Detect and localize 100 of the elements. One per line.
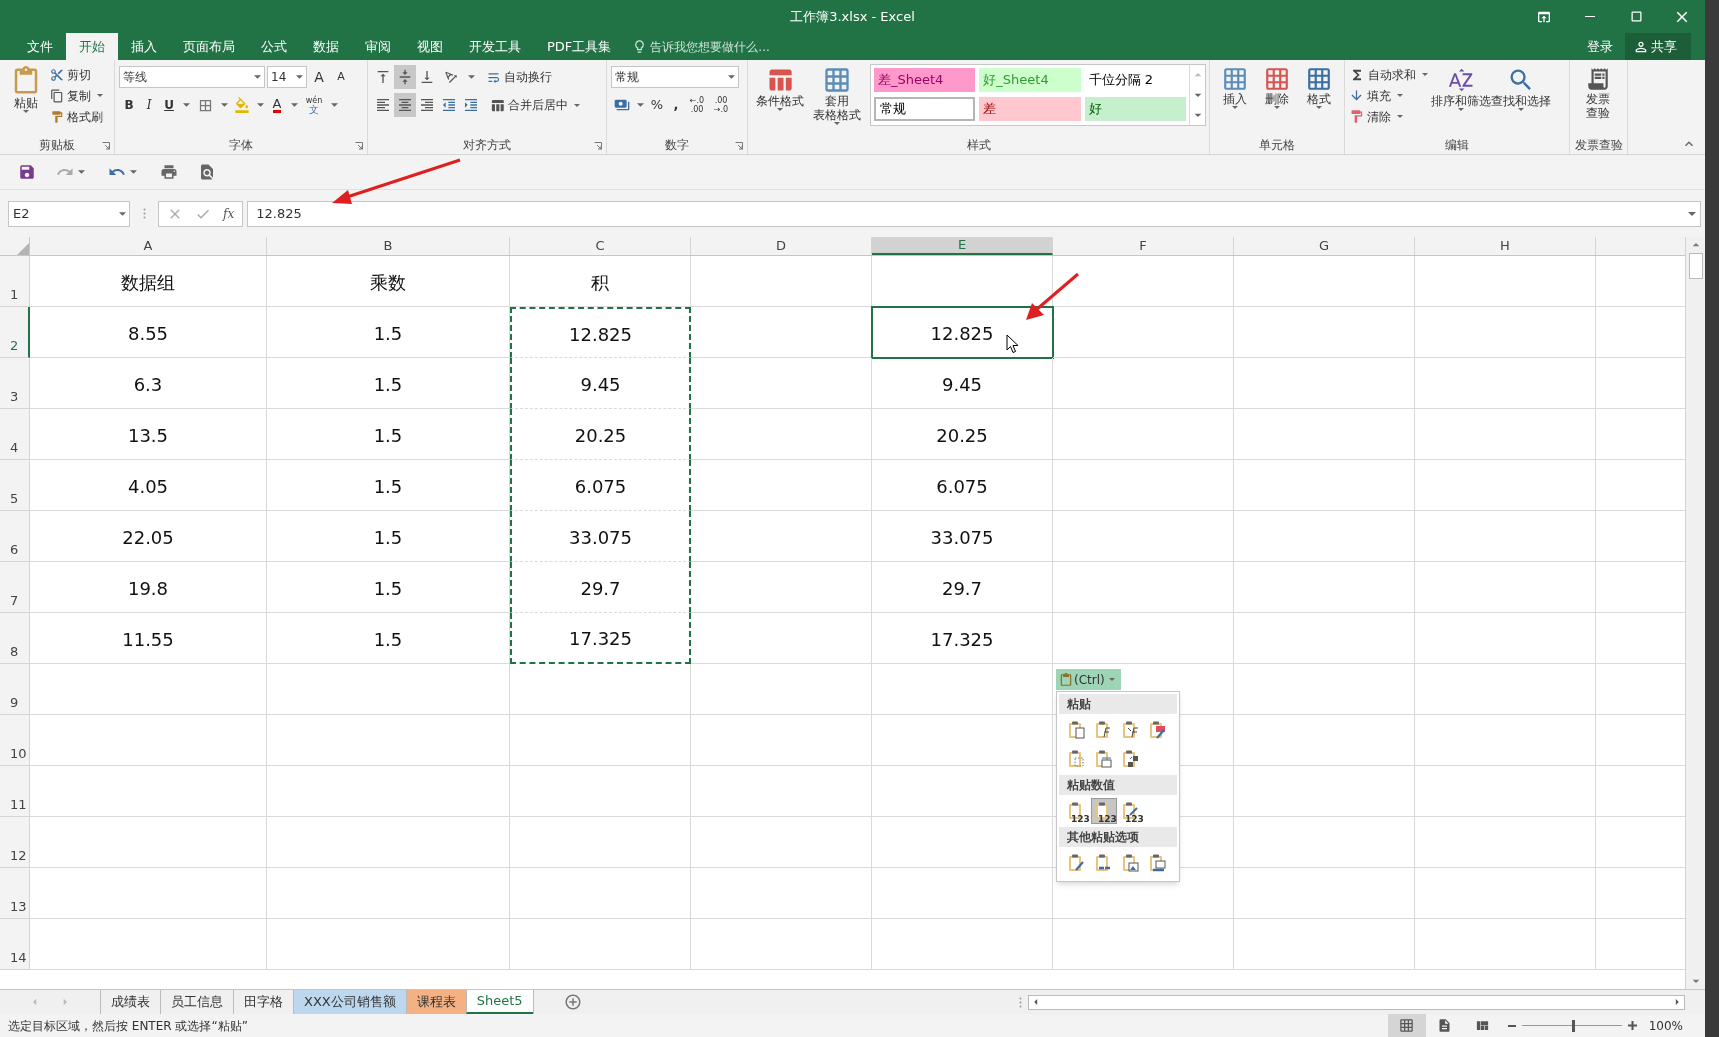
- scroll-thumb[interactable]: [1688, 253, 1703, 279]
- row-header[interactable]: 8: [0, 613, 30, 664]
- copy-button[interactable]: 复制: [50, 85, 106, 106]
- empty-cell[interactable]: [1415, 919, 1596, 970]
- row-header[interactable]: 2: [0, 307, 30, 358]
- sheet-tab[interactable]: 课程表: [405, 990, 466, 1014]
- empty-cell[interactable]: [1234, 307, 1415, 358]
- empty-cell[interactable]: [1053, 613, 1234, 664]
- empty-cell[interactable]: [267, 766, 510, 817]
- name-box[interactable]: E2: [8, 200, 130, 227]
- sheet-tab[interactable]: XXX公司销售额: [293, 990, 406, 1014]
- empty-cell[interactable]: [267, 868, 510, 919]
- empty-cell[interactable]: [267, 664, 510, 715]
- cell-style[interactable]: 差_Sheet4: [874, 68, 976, 92]
- cell-style[interactable]: 常规: [874, 97, 976, 121]
- empty-cell[interactable]: [691, 511, 872, 562]
- row-header[interactable]: 6: [0, 511, 30, 562]
- ribbon-tab[interactable]: 公式: [248, 33, 300, 60]
- table-cell[interactable]: 乘数: [267, 256, 510, 307]
- ribbon-tab[interactable]: 开发工具: [456, 33, 534, 60]
- row-header[interactable]: 7: [0, 562, 30, 613]
- empty-cell[interactable]: [691, 460, 872, 511]
- table-cell[interactable]: 1.5: [267, 307, 510, 358]
- table-cell[interactable]: 1.5: [267, 511, 510, 562]
- save-icon[interactable]: [18, 163, 36, 181]
- ribbon-tab[interactable]: 文件: [14, 33, 66, 60]
- table-cell[interactable]: 19.8: [30, 562, 267, 613]
- paste-options-button[interactable]: (Ctrl): [1056, 669, 1121, 690]
- cut-button[interactable]: 剪切: [50, 64, 106, 85]
- bold-button[interactable]: B: [119, 93, 139, 117]
- zoom-in-icon[interactable]: [1627, 1021, 1637, 1030]
- empty-cell[interactable]: [1053, 511, 1234, 562]
- percent-button[interactable]: %: [647, 93, 667, 117]
- column-header[interactable]: E: [872, 237, 1053, 255]
- dialog-launcher-icon[interactable]: [594, 142, 602, 150]
- cell-style[interactable]: 差: [979, 97, 1081, 121]
- format-as-table-button[interactable]: 套用 表格格式: [808, 64, 866, 136]
- empty-cell[interactable]: [872, 919, 1053, 970]
- empty-cell[interactable]: [1053, 460, 1234, 511]
- insert-cells-button[interactable]: 插入: [1214, 64, 1256, 136]
- sort-filter-button[interactable]: 排序和筛选: [1431, 64, 1491, 136]
- clear-button[interactable]: 清除: [1349, 106, 1431, 127]
- empty-cell[interactable]: [1415, 868, 1596, 919]
- table-cell[interactable]: 29.7: [510, 562, 691, 613]
- table-cell[interactable]: 12.825: [510, 307, 691, 358]
- empty-cell[interactable]: [1053, 409, 1234, 460]
- table-cell[interactable]: 11.55: [30, 613, 267, 664]
- delete-cells-button[interactable]: 删除: [1256, 64, 1298, 136]
- table-cell[interactable]: 22.05: [30, 511, 267, 562]
- empty-cell[interactable]: [267, 817, 510, 868]
- row-header[interactable]: 5: [0, 460, 30, 511]
- cell-style[interactable]: 好: [1084, 97, 1186, 121]
- column-header[interactable]: H: [1415, 237, 1596, 255]
- dialog-launcher-icon[interactable]: [735, 142, 743, 150]
- empty-cell[interactable]: [1415, 307, 1596, 358]
- row-header[interactable]: 11: [0, 766, 30, 817]
- empty-cell[interactable]: [1234, 868, 1415, 919]
- align-middle-button[interactable]: [394, 65, 416, 89]
- empty-cell[interactable]: [872, 766, 1053, 817]
- column-header[interactable]: C: [510, 237, 691, 255]
- align-center-button[interactable]: [394, 93, 416, 117]
- increase-decimal-button[interactable]: ←.0 .00: [685, 93, 709, 117]
- dialog-launcher-icon[interactable]: [102, 142, 110, 150]
- merge-center-button[interactable]: 合并后居中: [490, 94, 583, 116]
- column-header[interactable]: F: [1053, 237, 1234, 255]
- empty-cell[interactable]: [691, 715, 872, 766]
- table-cell[interactable]: 1.5: [267, 409, 510, 460]
- table-cell[interactable]: 8.55: [30, 307, 267, 358]
- table-cell[interactable]: 29.7: [872, 562, 1053, 613]
- empty-cell[interactable]: [691, 919, 872, 970]
- underline-button[interactable]: U: [159, 93, 179, 117]
- empty-cell[interactable]: [691, 664, 872, 715]
- find-select-button[interactable]: 查找和选择: [1491, 64, 1551, 136]
- fill-button[interactable]: 填充: [1349, 85, 1431, 106]
- empty-cell[interactable]: [1053, 562, 1234, 613]
- grow-font-button[interactable]: A: [309, 66, 329, 88]
- empty-cell[interactable]: [1053, 358, 1234, 409]
- paste-button[interactable]: 粘贴: [4, 64, 48, 136]
- empty-cell[interactable]: [510, 868, 691, 919]
- empty-cell[interactable]: [267, 919, 510, 970]
- row-header[interactable]: 1: [0, 256, 30, 307]
- table-cell[interactable]: 17.325: [872, 613, 1053, 664]
- empty-cell[interactable]: [1053, 256, 1234, 307]
- column-header[interactable]: A: [30, 237, 267, 255]
- empty-cell[interactable]: [1415, 613, 1596, 664]
- tell-me-field[interactable]: 告诉我您想要做什么...: [650, 37, 851, 56]
- autosum-button[interactable]: 自动求和: [1349, 64, 1431, 85]
- empty-cell[interactable]: [691, 766, 872, 817]
- empty-cell[interactable]: [510, 715, 691, 766]
- empty-cell[interactable]: [691, 256, 872, 307]
- empty-cell[interactable]: [872, 868, 1053, 919]
- ribbon-tab[interactable]: 审阅: [352, 33, 404, 60]
- table-cell[interactable]: 6.075: [872, 460, 1053, 511]
- dialog-launcher-icon[interactable]: [355, 142, 363, 150]
- empty-cell[interactable]: [1415, 358, 1596, 409]
- table-cell[interactable]: 9.45: [510, 358, 691, 409]
- table-cell[interactable]: 数据组: [30, 256, 267, 307]
- empty-cell[interactable]: [1415, 562, 1596, 613]
- row-header[interactable]: 4: [0, 409, 30, 460]
- table-cell[interactable]: 13.5: [30, 409, 267, 460]
